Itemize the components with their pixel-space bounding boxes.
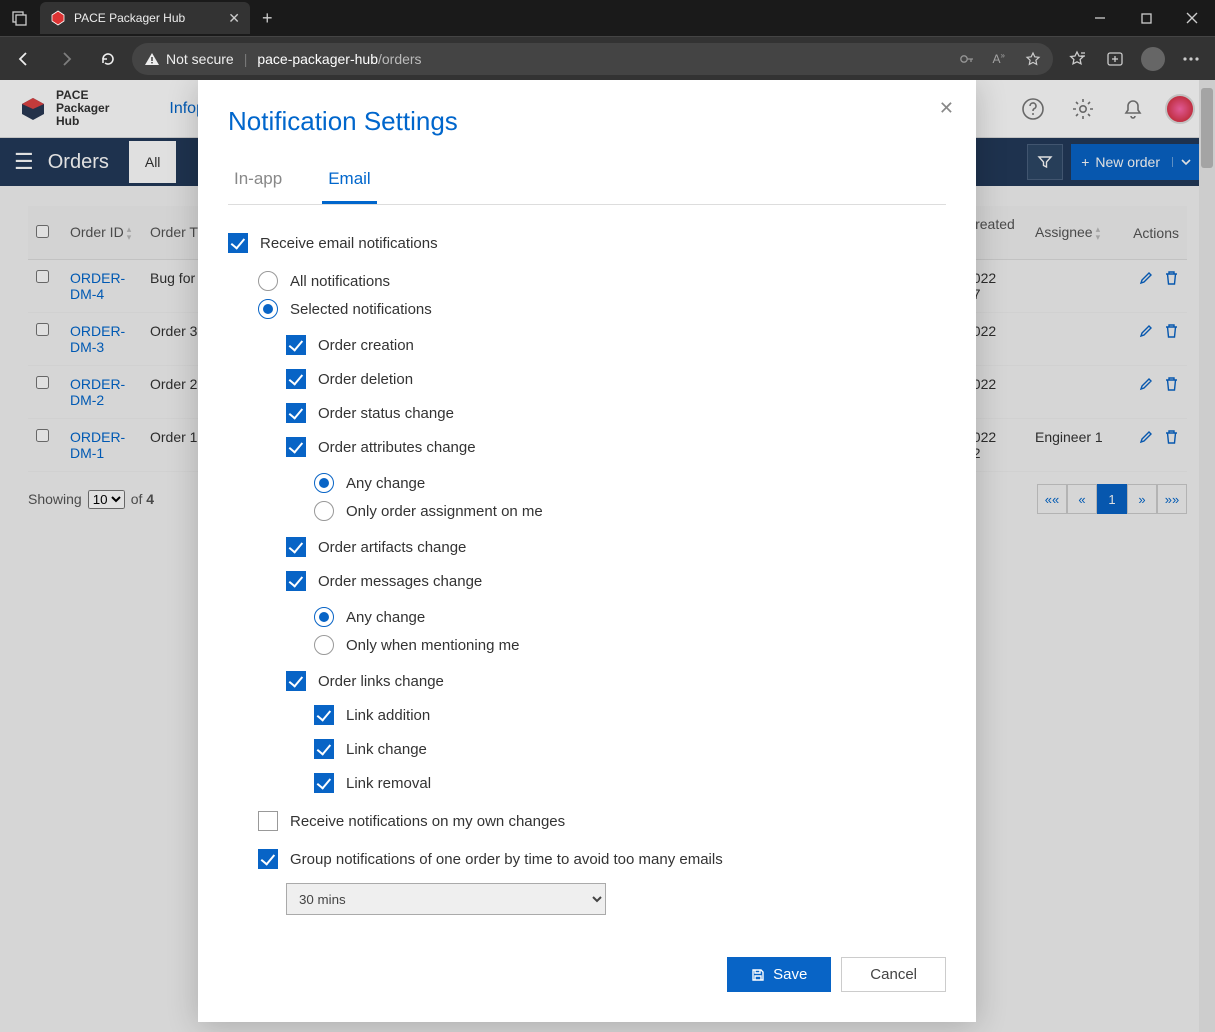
label-receive-email: Receive email notifications	[260, 235, 438, 252]
checkbox-order-messages[interactable]	[286, 571, 306, 591]
checkbox-order-attr[interactable]	[286, 437, 306, 457]
browser-tab[interactable]: PACE Packager Hub ✕	[40, 2, 250, 34]
maximize-button[interactable]	[1123, 0, 1169, 36]
close-window-button[interactable]	[1169, 0, 1215, 36]
checkbox-receive-email[interactable]	[228, 233, 248, 253]
label-attr-any: Any change	[346, 475, 425, 492]
cancel-button[interactable]: Cancel	[841, 957, 946, 992]
refresh-button[interactable]	[90, 41, 126, 77]
tab-close-icon[interactable]: ✕	[228, 10, 240, 27]
cancel-label: Cancel	[870, 966, 917, 983]
reader-icon[interactable]: A»	[993, 51, 1005, 66]
url-path: /orders	[378, 51, 422, 67]
checkbox-order-creation[interactable]	[286, 335, 306, 355]
warning-icon	[144, 51, 160, 67]
security-label: Not secure	[166, 51, 234, 67]
save-button[interactable]: Save	[727, 957, 831, 992]
tab-email[interactable]: Email	[322, 159, 377, 204]
minimize-button[interactable]	[1077, 0, 1123, 36]
label-order-links: Order links change	[318, 673, 444, 690]
profile-icon[interactable]	[1135, 41, 1171, 77]
security-indicator[interactable]: Not secure	[144, 51, 234, 67]
favorites-bar-icon[interactable]	[1059, 41, 1095, 77]
app-viewport: PACEPackagerHub Infopulse ☰ Orders All +…	[0, 80, 1215, 1032]
label-link-add: Link addition	[346, 707, 430, 724]
passwords-icon[interactable]	[959, 51, 975, 67]
modal-close-button[interactable]: ✕	[939, 98, 954, 119]
label-link-remove: Link removal	[346, 775, 431, 792]
save-label: Save	[773, 966, 807, 983]
checkbox-order-status[interactable]	[286, 403, 306, 423]
titlebar: PACE Packager Hub ✕ +	[0, 0, 1215, 36]
modal-title: Notification Settings	[228, 106, 946, 137]
label-attr-assign-me: Only order assignment on me	[346, 503, 543, 520]
label-group: Group notifications of one order by time…	[290, 851, 723, 868]
label-own-changes: Receive notifications on my own changes	[290, 813, 565, 830]
modal-tabs: In-app Email	[228, 159, 946, 205]
address-bar: Not secure | pace-packager-hub/orders A»	[0, 36, 1215, 80]
url-host: pace-packager-hub	[257, 51, 378, 67]
collections-icon[interactable]	[1097, 41, 1133, 77]
label-all-notifications: All notifications	[290, 273, 390, 290]
new-tab-button[interactable]: +	[250, 8, 285, 29]
tab-title: PACE Packager Hub	[74, 11, 220, 25]
label-order-status: Order status change	[318, 405, 454, 422]
radio-attr-assign-me[interactable]	[314, 501, 334, 521]
more-icon[interactable]	[1173, 41, 1209, 77]
forward-button[interactable]	[48, 41, 84, 77]
back-button[interactable]	[6, 41, 42, 77]
tab-manager-button[interactable]	[0, 10, 40, 26]
checkbox-order-deletion[interactable]	[286, 369, 306, 389]
label-order-deletion: Order deletion	[318, 371, 413, 388]
modal-footer: Save Cancel	[228, 957, 946, 992]
checkbox-own-changes[interactable]	[258, 811, 278, 831]
label-order-artifacts: Order artifacts change	[318, 539, 466, 556]
radio-selected-notifications[interactable]	[258, 299, 278, 319]
checkbox-group[interactable]	[258, 849, 278, 869]
checkbox-order-artifacts[interactable]	[286, 537, 306, 557]
checkbox-link-remove[interactable]	[314, 773, 334, 793]
tab-favicon	[50, 10, 66, 26]
settings-body: Receive email notifications All notifica…	[228, 205, 946, 919]
label-selected-notifications: Selected notifications	[290, 301, 432, 318]
label-msg-any: Any change	[346, 609, 425, 626]
label-order-messages: Order messages change	[318, 573, 482, 590]
save-icon	[751, 968, 765, 982]
browser-chrome: PACE Packager Hub ✕ + Not secure | pace-…	[0, 0, 1215, 80]
checkbox-link-change[interactable]	[314, 739, 334, 759]
group-interval-select[interactable]: 30 mins	[286, 883, 606, 915]
notification-settings-modal: Notification Settings ✕ In-app Email Rec…	[198, 80, 976, 1022]
window-controls	[1077, 0, 1215, 36]
url-separator: |	[244, 51, 248, 67]
label-order-attr: Order attributes change	[318, 439, 476, 456]
favorite-icon[interactable]	[1025, 51, 1041, 67]
radio-msg-mention[interactable]	[314, 635, 334, 655]
radio-all-notifications[interactable]	[258, 271, 278, 291]
checkbox-link-add[interactable]	[314, 705, 334, 725]
label-link-change: Link change	[346, 741, 427, 758]
label-order-creation: Order creation	[318, 337, 414, 354]
label-msg-mention: Only when mentioning me	[346, 637, 519, 654]
checkbox-order-links[interactable]	[286, 671, 306, 691]
tab-inapp[interactable]: In-app	[228, 159, 288, 204]
radio-msg-any[interactable]	[314, 607, 334, 627]
radio-attr-any[interactable]	[314, 473, 334, 493]
url-input[interactable]: Not secure | pace-packager-hub/orders A»	[132, 43, 1053, 75]
